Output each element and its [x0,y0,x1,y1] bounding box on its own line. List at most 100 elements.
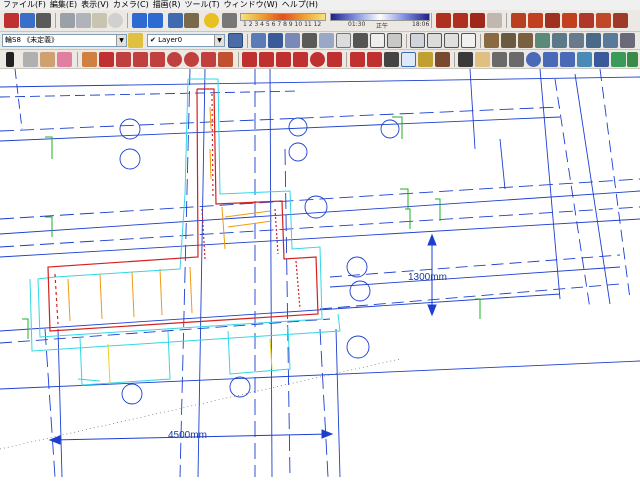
section-display-icon[interactable] [611,52,626,67]
terrain-icon[interactable] [596,13,611,28]
contours-icon[interactable] [613,13,628,28]
chevron-down-icon[interactable]: ▼ [116,35,126,46]
stamp-icon[interactable] [511,13,526,28]
rotated-rectangle-icon[interactable] [150,52,165,67]
dimension-icon[interactable] [401,52,416,67]
copy-icon[interactable] [76,13,91,28]
flip-edge-icon[interactable] [562,13,577,28]
layer-manager-icon[interactable] [128,33,143,48]
left-view-icon[interactable] [336,33,351,48]
share-component-icon[interactable] [535,33,550,48]
follow-me-icon[interactable] [259,52,274,67]
zoom-extents-icon[interactable] [560,52,575,67]
zoom-window-icon[interactable] [543,52,558,67]
group-icon[interactable] [453,13,468,28]
eraser-icon[interactable] [57,52,72,67]
protractor-icon[interactable] [367,52,382,67]
dimension-4500mm[interactable]: 4500mm [168,430,207,441]
polygon-icon[interactable] [184,52,199,67]
geo-location-icon[interactable] [603,33,618,48]
add-detail-icon[interactable] [545,13,560,28]
photo-texture-icon[interactable] [552,33,567,48]
position-camera-icon[interactable] [509,52,524,67]
section-plane-icon[interactable] [487,13,502,28]
arc-icon[interactable] [116,52,131,67]
pie-icon[interactable] [201,52,216,67]
rectangle-icon[interactable] [133,52,148,67]
smoove-icon[interactable] [579,13,594,28]
axes-icon[interactable] [418,52,433,67]
get-models-icon[interactable] [518,33,533,48]
two-point-arc-icon[interactable] [218,52,233,67]
menu-draw[interactable]: 描画(R) [153,0,181,10]
layer-select[interactable]: 輪S8 《未定義》 ▼ [2,34,127,47]
xray-icon[interactable] [353,33,368,48]
dimension-1300mm[interactable]: 1300mm [408,272,447,283]
share-model-icon[interactable] [501,33,516,48]
menu-window[interactable]: ウィンドウ(W) [224,0,278,10]
section-cut-icon[interactable] [627,52,638,67]
save-icon[interactable] [36,13,51,28]
print-icon[interactable] [168,13,183,28]
open-file-icon[interactable] [20,13,35,28]
house-monochrome-icon[interactable] [444,33,459,48]
menu-camera[interactable]: カメラ(C) [113,0,149,10]
back-view-icon[interactable] [319,33,334,48]
select-arrow-icon[interactable] [6,52,14,67]
add-location-icon[interactable] [620,33,635,48]
menu-view[interactable]: 表示(V) [81,0,109,10]
move-icon[interactable] [293,52,308,67]
undo-icon[interactable] [132,13,147,28]
push-pull-icon[interactable] [242,52,257,67]
time-slider[interactable] [330,13,430,21]
text-icon[interactable] [384,52,399,67]
previous-view-icon[interactable] [577,52,592,67]
layer-properties-icon[interactable] [228,33,243,48]
house-textured-icon[interactable] [427,33,442,48]
current-layer-select[interactable]: ✔ Layer0 ▼ [147,34,225,47]
component-icon[interactable] [436,13,451,28]
wireframe-icon[interactable] [370,33,385,48]
house-outline-icon[interactable] [461,33,476,48]
walk-icon[interactable] [492,52,507,67]
drawing-canvas[interactable]: 1300mm 4500mm [0,68,640,478]
freehand-icon[interactable] [99,52,114,67]
offset-icon[interactable] [276,52,291,67]
paint-bucket-icon[interactable] [40,52,55,67]
shadow-toggle-icon[interactable] [204,13,219,28]
orbit-icon[interactable] [458,52,473,67]
zoom-icon[interactable] [526,52,541,67]
fog-toggle-icon[interactable] [222,13,237,28]
menu-file[interactable]: ファイル(F) [3,0,46,10]
paste-icon[interactable] [92,13,107,28]
pan-icon[interactable] [475,52,490,67]
erase-icon[interactable] [108,13,123,28]
new-file-icon[interactable] [4,13,19,28]
tape-measure-icon[interactable] [350,52,365,67]
warehouse-icon[interactable] [484,33,499,48]
model-info-icon[interactable] [184,13,199,28]
3d-text-icon[interactable] [435,52,450,67]
hidden-line-icon[interactable] [387,33,402,48]
preview-icon[interactable] [586,33,601,48]
circle-icon[interactable] [167,52,182,67]
sandbox-icon[interactable] [470,13,485,28]
make-component-icon[interactable] [23,52,38,67]
extension-warehouse-icon[interactable] [569,33,584,48]
chevron-down-icon[interactable]: ▼ [214,35,224,46]
look-around-icon[interactable] [594,52,609,67]
cut-icon[interactable] [60,13,75,28]
scale-icon[interactable] [327,52,342,67]
drape-icon[interactable] [528,13,543,28]
drawing-viewport[interactable]: 1300mm 4500mm [0,68,640,478]
top-view-icon[interactable] [268,33,283,48]
front-view-icon[interactable] [285,33,300,48]
redo-icon[interactable] [148,13,163,28]
rotate-icon[interactable] [310,52,325,67]
menu-edit[interactable]: 編集(E) [50,0,77,10]
house-shaded-icon[interactable] [410,33,425,48]
right-view-icon[interactable] [302,33,317,48]
month-slider[interactable] [240,13,326,21]
iso-view-icon[interactable] [251,33,266,48]
pencil-icon[interactable] [82,52,97,67]
